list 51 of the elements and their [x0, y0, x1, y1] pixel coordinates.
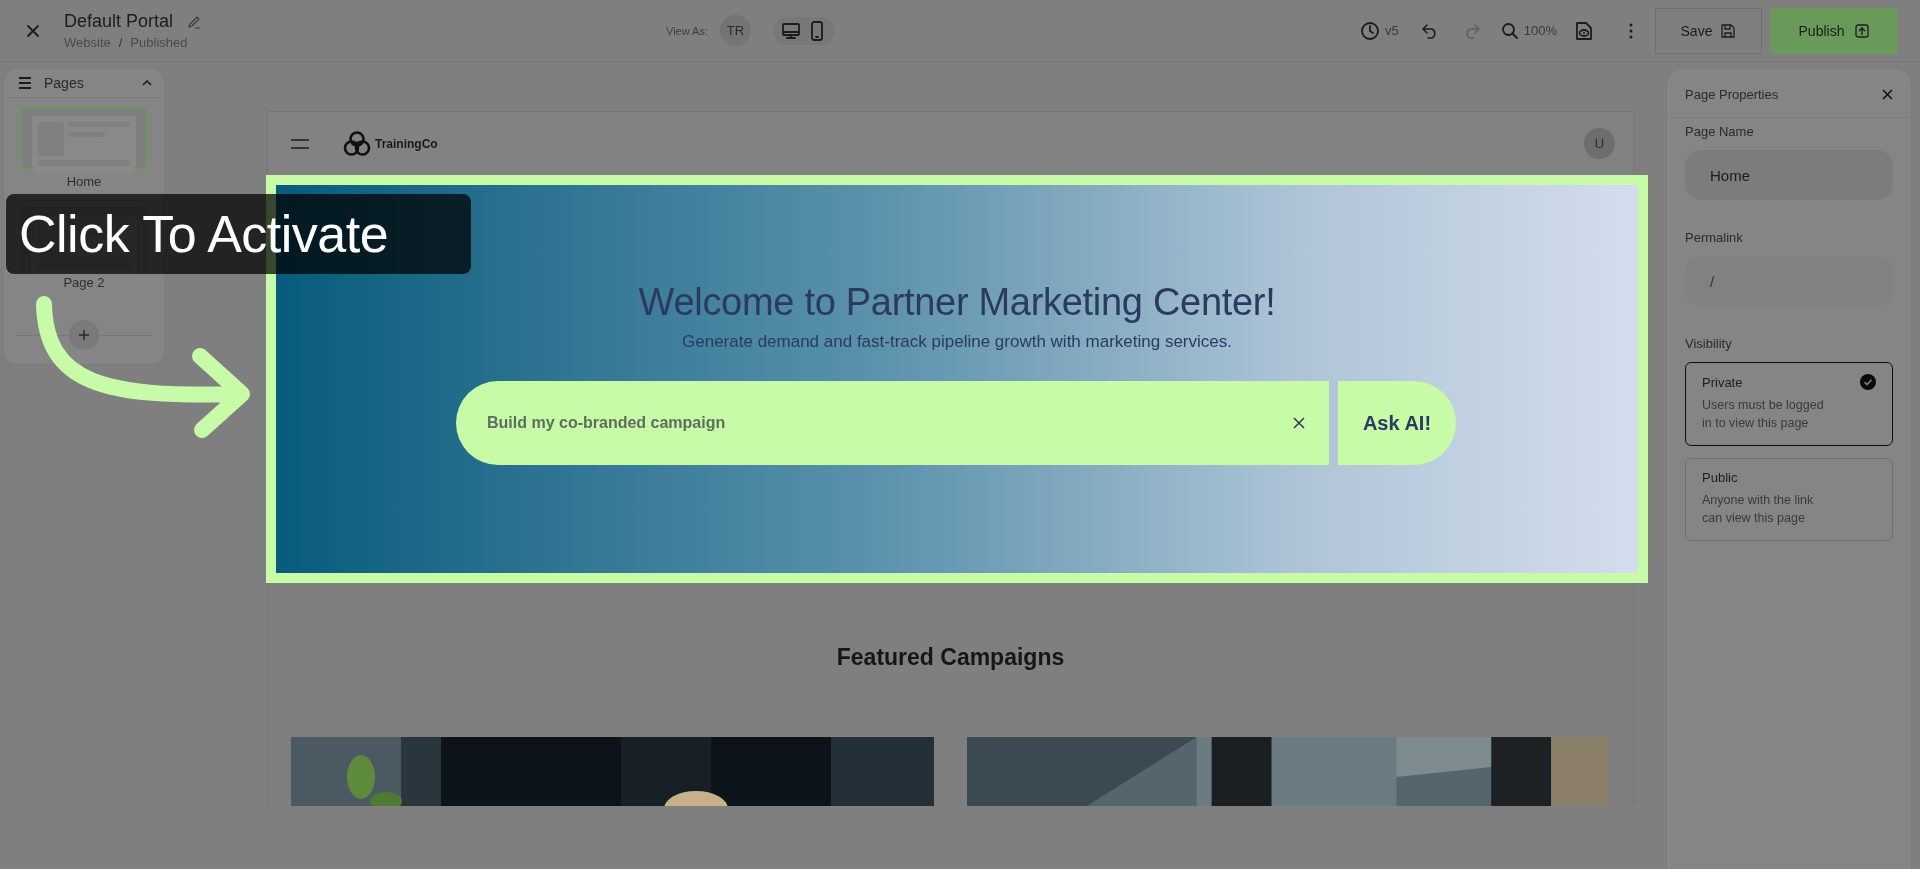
- panel-title: Pages: [44, 75, 85, 91]
- version-history-button[interactable]: v5: [1360, 20, 1399, 41]
- portal-title: Default Portal: [64, 11, 174, 32]
- panel-title: Page Properties: [1685, 87, 1779, 102]
- hero-title: Welcome to Partner Marketing Center!: [638, 281, 1276, 324]
- desktop-icon[interactable]: [781, 20, 801, 41]
- check-icon: [1860, 374, 1876, 390]
- section-title: Featured Campaigns: [835, 643, 1066, 671]
- save-icon: [1720, 22, 1737, 39]
- close-icon[interactable]: [26, 23, 40, 38]
- breadcrumb-separator: /: [118, 35, 123, 50]
- page-label[interactable]: Page 2: [63, 275, 105, 290]
- permalink-field[interactable]: /: [1685, 256, 1893, 306]
- plus-icon: [78, 329, 90, 341]
- save-button[interactable]: Save: [1655, 7, 1762, 54]
- clock-icon: [1360, 20, 1380, 41]
- ask-ai-button[interactable]: Ask AI!: [1338, 381, 1456, 465]
- hero-subtitle: Generate demand and fast-track pipeline growth with marketing services.: [682, 332, 1232, 352]
- ai-prompt-field[interactable]: Build my co-branded campaign: [456, 381, 1329, 465]
- page-label[interactable]: Home: [66, 174, 102, 189]
- close-icon[interactable]: [1882, 89, 1893, 100]
- option-title: Public: [1702, 470, 1738, 485]
- preview-icon[interactable]: [1575, 20, 1593, 41]
- clear-icon[interactable]: [1293, 417, 1305, 429]
- activate-tooltip[interactable]: Click To Activate: [6, 194, 471, 274]
- option-description: Users must be logged in to view this page: [1702, 397, 1825, 432]
- page-thumbnail[interactable]: [20, 106, 148, 170]
- user-avatar[interactable]: TR: [720, 15, 751, 46]
- option-description: Anyone with the link can view this page: [1702, 492, 1815, 527]
- field-label: Visibility: [1685, 336, 1733, 351]
- visibility-option[interactable]: Private Users must be logged in to view this page: [1685, 362, 1893, 446]
- menu-icon[interactable]: [291, 138, 309, 149]
- brand-name: TrainingCo: [375, 136, 438, 151]
- zoom-button[interactable]: 100%: [1500, 21, 1557, 40]
- user-avatar[interactable]: U: [1584, 128, 1615, 159]
- visibility-option[interactable]: Public Anyone with the link can view this page: [1685, 458, 1893, 541]
- menu-icon[interactable]: [18, 77, 32, 89]
- undo-button[interactable]: [1420, 21, 1439, 40]
- view-as-label: View As:: [666, 24, 708, 37]
- publish-button[interactable]: Publish: [1771, 7, 1898, 54]
- field-label: Page Name: [1685, 124, 1755, 139]
- page-name-field[interactable]: Home: [1685, 150, 1893, 200]
- more-icon[interactable]: [1629, 22, 1633, 39]
- search-icon: [1500, 21, 1519, 40]
- logo-icon: [343, 129, 371, 158]
- field-label: Permalink: [1685, 230, 1744, 245]
- option-title: Private: [1702, 374, 1743, 390]
- upload-icon: [1854, 22, 1871, 39]
- add-page-button[interactable]: [69, 320, 99, 350]
- pencil-icon[interactable]: [187, 14, 202, 29]
- chevron-icon[interactable]: [142, 80, 152, 86]
